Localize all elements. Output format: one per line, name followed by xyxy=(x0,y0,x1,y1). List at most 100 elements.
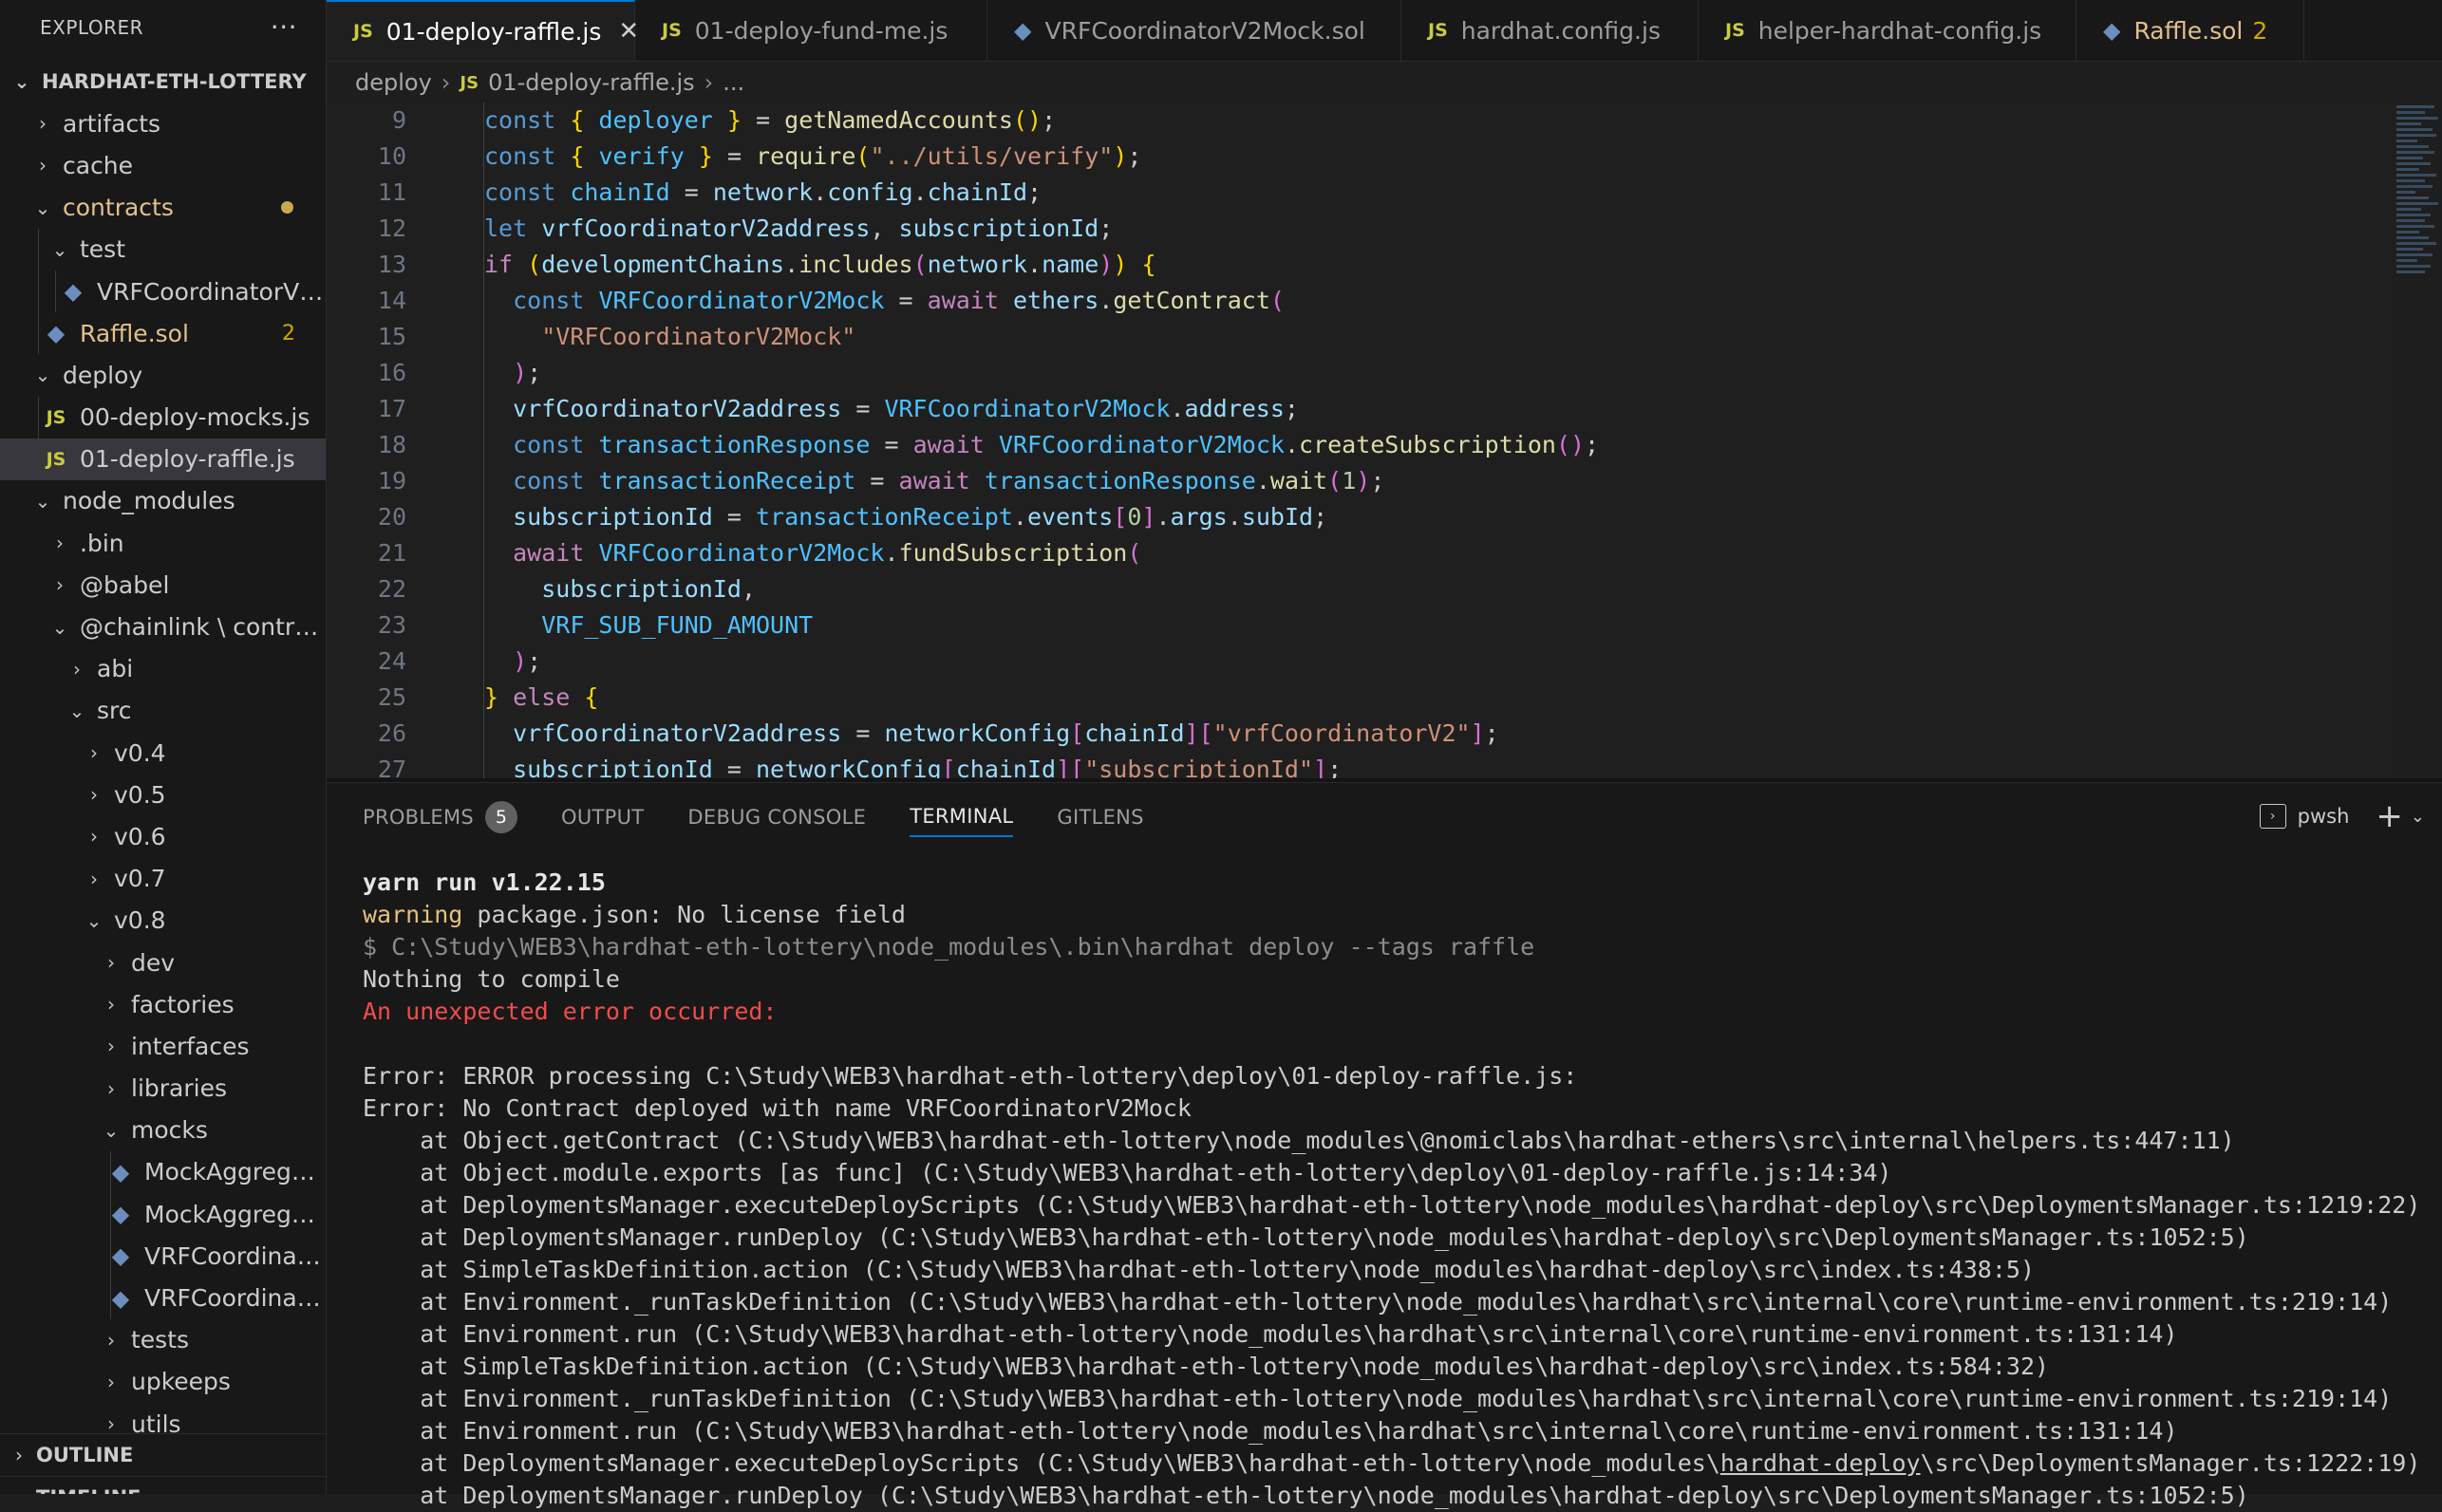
minimap[interactable] xyxy=(2396,103,2442,311)
chevron-right-icon: › xyxy=(15,1444,23,1466)
javascript-file-icon: JS xyxy=(1428,20,1448,41)
breadcrumb-item[interactable]: deploy xyxy=(355,69,432,96)
tree-item-babel[interactable]: › @babel xyxy=(0,564,326,606)
tree-item-libraries[interactable]: › libraries xyxy=(0,1068,326,1110)
tree-item-deploy[interactable]: ⌄ deploy xyxy=(0,354,326,396)
tree-item-contracts[interactable]: ⌄ contracts xyxy=(0,187,326,229)
timeline-section[interactable]: › TIMELINE xyxy=(0,1476,326,1494)
code-line: 9 const { deployer } = getNamedAccounts()… xyxy=(391,106,1057,134)
terminal-line: yarn run v1.22.15 xyxy=(363,868,606,896)
chevron-down-icon[interactable]: ⌄ xyxy=(2411,807,2425,827)
indent-guide xyxy=(110,1150,111,1194)
tab-raffle-sol[interactable]: ◆ Raffle.sol 2 xyxy=(2076,0,2304,61)
terminal-line: at Object.module.exports [as func] (C:\S… xyxy=(363,1159,1892,1186)
tab-helper-hardhat-config[interactable]: JS helper-hardhat-config.js xyxy=(1699,0,2076,61)
solidity-file-icon: ◆ xyxy=(47,320,66,347)
tree-item-cache[interactable]: › cache xyxy=(0,144,326,186)
tree-item-01-deploy-raffle[interactable]: JS 01-deploy-raffle.js xyxy=(0,438,326,480)
breadcrumb-item[interactable]: ... xyxy=(723,69,744,96)
code-line: 27 subscriptionId = networkConfig[chainI… xyxy=(377,756,1343,780)
tree-item-chainlink-contracts[interactable]: ⌄ @chainlink \ contracts xyxy=(0,606,326,647)
tree-item-upkeeps[interactable]: › upkeeps xyxy=(0,1361,326,1403)
code-line: 15 "VRFCoordinatorV2Mock" xyxy=(377,323,856,350)
terminal-actions: › pwsh + ⌄ xyxy=(2259,800,2425,832)
terminal-line: at Environment.run (C:\Study\WEB3\hardha… xyxy=(363,1320,2178,1348)
tree-item-mockaggregator-2[interactable]: ◆ MockAggregat... xyxy=(0,1193,326,1236)
tab-01-deploy-raffle[interactable]: JS 01-deploy-raffle.js ✕ xyxy=(327,0,639,61)
tree-item-mocks[interactable]: ⌄ mocks xyxy=(0,1110,326,1151)
tree-item-vrfcoordinator-1[interactable]: ◆ VRFCoordinat... xyxy=(0,1235,326,1278)
tree-item-test[interactable]: ⌄ test xyxy=(0,228,326,271)
terminal-link[interactable]: hardhat-deploy xyxy=(1720,1449,1921,1477)
chevron-down-icon: ⌄ xyxy=(51,615,68,639)
chevron-right-icon: › xyxy=(56,532,64,555)
explorer-sidebar: EXPLORER ··· ⌄ HARDHAT-ETH-LOTTERY › art… xyxy=(0,0,327,1494)
tab-output[interactable]: OUTPUT xyxy=(561,798,644,836)
tree-item-vrfcoordinator-2[interactable]: ◆ VRFCoordinat... xyxy=(0,1277,326,1319)
tree-item-v07[interactable]: › v0.7 xyxy=(0,858,326,900)
chevron-down-icon: ⌄ xyxy=(34,196,51,219)
more-actions-icon[interactable]: ··· xyxy=(271,14,297,41)
tree-item-vrfcoordinator-test[interactable]: ◆ VRFCoordinatorV2... xyxy=(0,270,326,313)
tree-item-mockaggregator-1[interactable]: ◆ MockAggregat... xyxy=(0,1150,326,1194)
chevron-down-icon: ⌄ xyxy=(34,489,51,513)
project-root[interactable]: ⌄ HARDHAT-ETH-LOTTERY xyxy=(0,61,326,103)
code-line: 13 if (developmentChains.includes(network… xyxy=(377,251,1156,278)
tab-hardhat-config[interactable]: JS hardhat.config.js xyxy=(1401,0,1699,61)
editor-tabs: JS 01-deploy-raffle.js ✕ JS 01-deploy-fu… xyxy=(327,0,2442,62)
tab-gitlens[interactable]: GITLENS xyxy=(1057,798,1143,836)
tab-terminal[interactable]: TERMINAL xyxy=(910,797,1014,837)
tree-item-raffle-sol[interactable]: ◆ Raffle.sol 2 xyxy=(0,312,326,355)
code-line: 19 const transactionReceipt = await tran… xyxy=(377,467,1385,495)
chevron-right-icon: › xyxy=(107,1076,115,1100)
tree-item-abi[interactable]: › abi xyxy=(0,648,326,690)
javascript-file-icon: JS xyxy=(46,448,66,470)
modified-dot-icon xyxy=(281,201,293,215)
tree-item-v08[interactable]: ⌄ v0.8 xyxy=(0,900,326,942)
terminal-icon[interactable]: › xyxy=(2259,804,2286,829)
tree-item-artifacts[interactable]: › artifacts xyxy=(0,103,326,144)
tab-problems[interactable]: PROBLEMS 5 xyxy=(363,798,518,836)
chevron-down-icon: ⌄ xyxy=(85,908,103,932)
tree-item-v06[interactable]: › v0.6 xyxy=(0,815,326,857)
tree-item-node-modules[interactable]: ⌄ node_modules xyxy=(0,480,326,522)
breadcrumb-item[interactable]: 01-deploy-raffle.js xyxy=(488,69,695,96)
terminal-line: at Environment._runTaskDefinition (C:\St… xyxy=(363,1385,2393,1412)
tree-item-factories[interactable]: › factories xyxy=(0,983,326,1025)
tree-item-v04[interactable]: › v0.4 xyxy=(0,732,326,774)
tree-item-v05[interactable]: › v0.5 xyxy=(0,774,326,815)
code-line: 16 ); xyxy=(377,359,542,386)
terminal-line: Error: No Contract deployed with name VR… xyxy=(363,1094,1192,1122)
indent-guide xyxy=(38,312,39,355)
chevron-right-icon: › xyxy=(107,1328,115,1352)
panel-tabs: PROBLEMS 5 OUTPUT DEBUG CONSOLE TERMINAL… xyxy=(327,783,2442,851)
tree-item-bin[interactable]: › .bin xyxy=(0,522,326,564)
tree-item-interfaces[interactable]: › interfaces xyxy=(0,1025,326,1067)
indent-guide xyxy=(110,1193,111,1236)
code-editor[interactable]: 9 const { deployer } = getNamedAccounts()… xyxy=(327,103,2396,780)
code-line: 26 vrfCoordinatorV2address = networkConf… xyxy=(377,719,1499,747)
terminal-line: An unexpected error occurred: xyxy=(363,998,778,1025)
outline-section[interactable]: › OUTLINE xyxy=(0,1433,326,1476)
shell-name[interactable]: pwsh xyxy=(2298,805,2350,828)
javascript-file-icon: JS xyxy=(460,72,479,93)
code-line: 24 ); xyxy=(377,647,542,675)
code-line: 20 subscriptionId = transactionReceipt.e… xyxy=(377,503,1328,531)
terminal-line: at DeploymentsManager.executeDeployScrip… xyxy=(363,1191,2421,1219)
indent-guide xyxy=(38,228,39,271)
terminal-output[interactable]: yarn run v1.22.15 warning package.json: … xyxy=(363,867,2442,1512)
tree-item-dev[interactable]: › dev xyxy=(0,942,326,983)
add-terminal-icon[interactable]: + xyxy=(2376,800,2403,832)
chevron-right-icon: › xyxy=(90,741,98,765)
tab-debug-console[interactable]: DEBUG CONSOLE xyxy=(687,798,866,836)
tree-item-src[interactable]: ⌄ src xyxy=(0,690,326,732)
solidity-file-icon: ◆ xyxy=(64,278,83,306)
chevron-right-icon: › xyxy=(441,69,451,96)
code-line: 22 subscriptionId, xyxy=(377,575,756,603)
tree-item-00-deploy-mocks[interactable]: JS 00-deploy-mocks.js xyxy=(0,396,326,439)
tree-item-tests[interactable]: › tests xyxy=(0,1319,326,1361)
tab-01-deploy-fund-me[interactable]: JS 01-deploy-fund-me.js xyxy=(635,0,987,61)
tab-vrfcoordinatorv2mock[interactable]: ◆ VRFCoordinatorV2Mock.sol xyxy=(987,0,1401,61)
breadcrumb: deploy › JS 01-deploy-raffle.js › ... xyxy=(327,63,2442,103)
terminal-line: Nothing to compile xyxy=(363,965,620,993)
